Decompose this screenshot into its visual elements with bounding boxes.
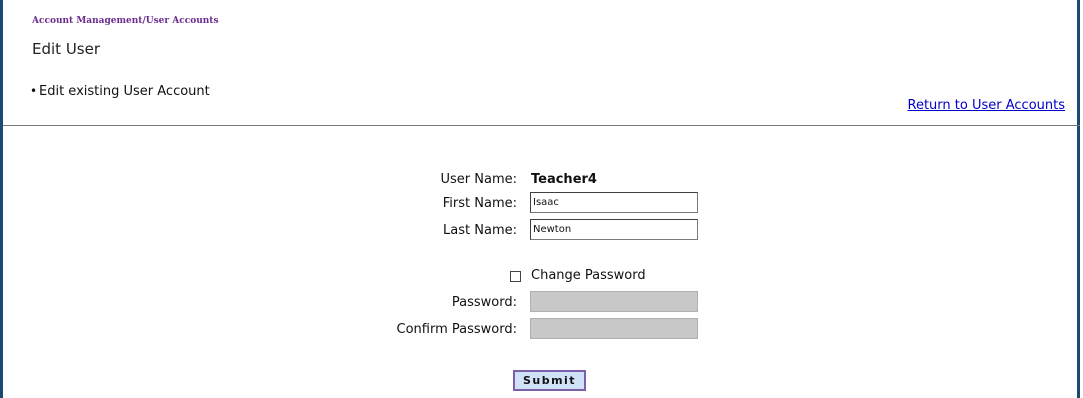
instruction-list: Edit existing User Account	[30, 84, 210, 99]
confirm-password-label: Confirm Password:	[396, 322, 517, 337]
username-label: User Name:	[440, 172, 518, 187]
confirm-password-field[interactable]	[530, 318, 698, 339]
username-value: Teacher4	[531, 172, 597, 187]
last-name-label: Last Name:	[443, 223, 517, 238]
divider	[3, 125, 1080, 126]
change-password-checkbox[interactable]	[510, 271, 521, 282]
change-password-label[interactable]: Change Password	[531, 268, 646, 283]
page-title: Edit User	[32, 40, 101, 58]
breadcrumb[interactable]: Account Management/User Accounts	[32, 16, 219, 26]
page-frame: Account Management/User Accounts Edit Us…	[0, 0, 1080, 398]
last-name-field[interactable]	[530, 219, 698, 240]
submit-button[interactable]: Submit	[513, 370, 586, 391]
return-to-user-accounts-link[interactable]: Return to User Accounts	[908, 98, 1065, 113]
first-name-label: First Name:	[442, 196, 517, 211]
instruction-item: Edit existing User Account	[30, 84, 210, 99]
password-label: Password:	[451, 295, 517, 310]
password-field[interactable]	[530, 291, 698, 312]
first-name-field[interactable]	[530, 192, 698, 213]
